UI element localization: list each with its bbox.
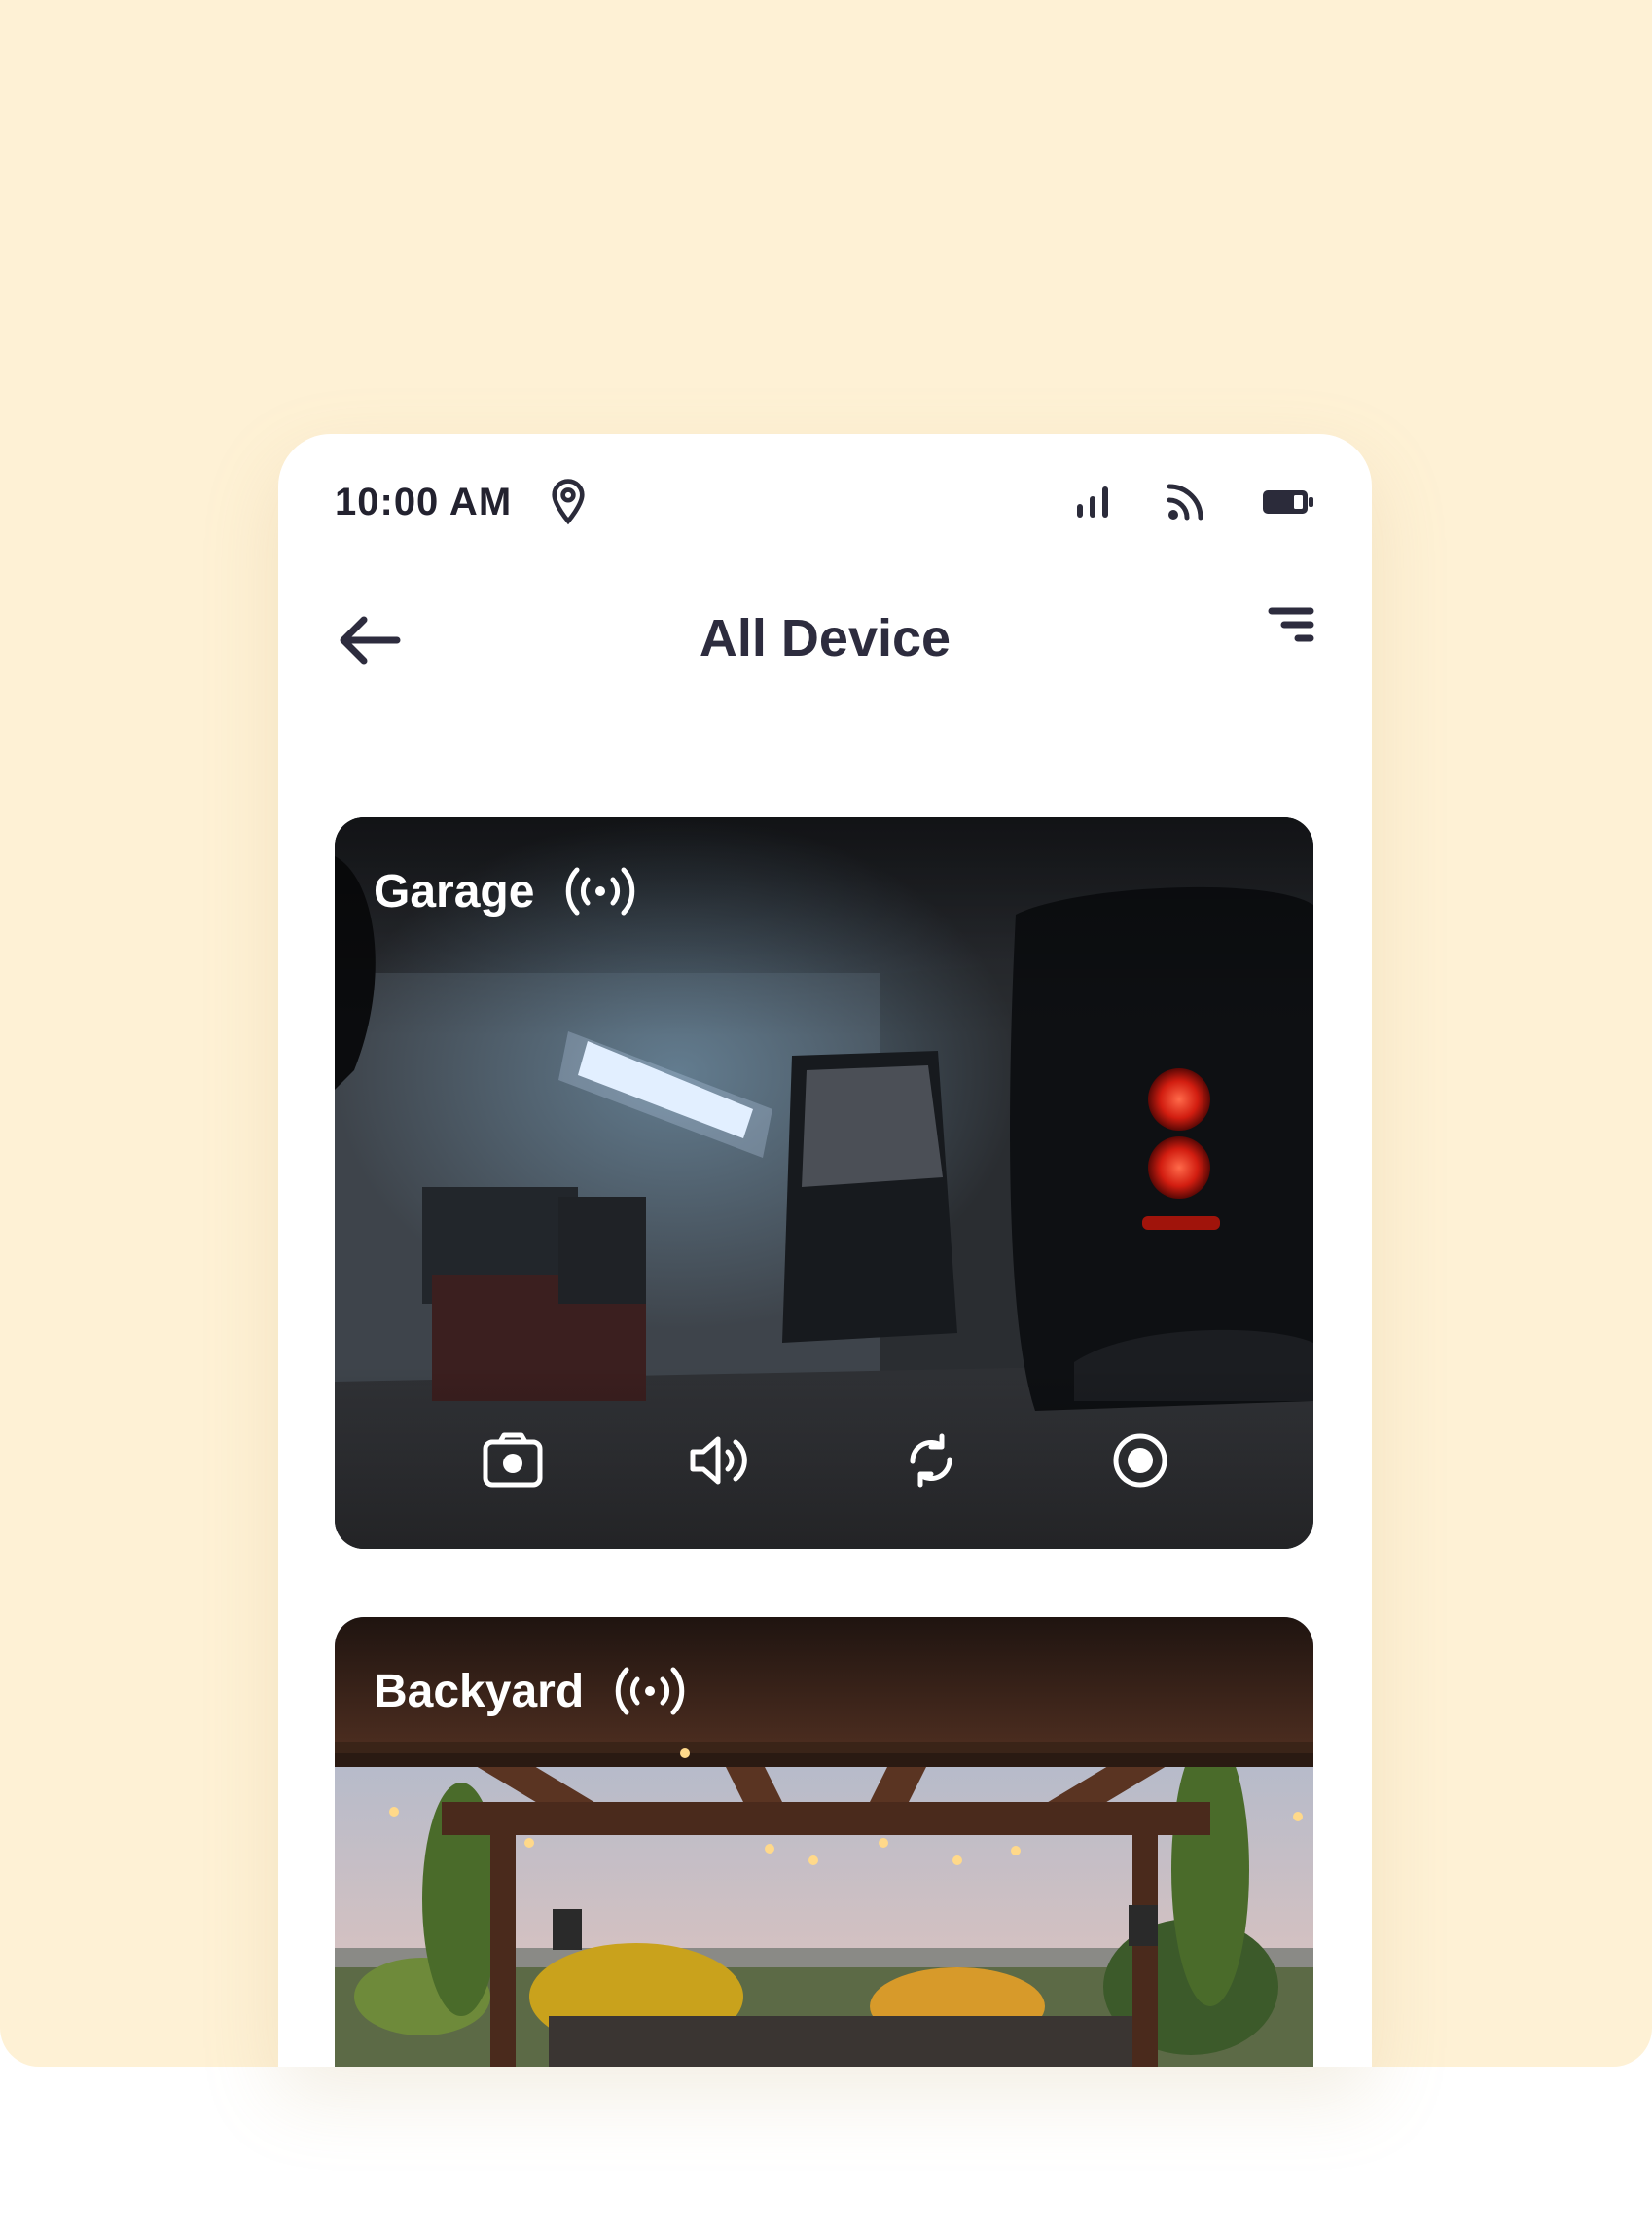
device-label-garage: Garage: [374, 862, 637, 920]
battery-icon: [1263, 490, 1313, 514]
speaker-icon[interactable]: [687, 1428, 751, 1493]
record-icon[interactable]: [1108, 1428, 1172, 1493]
app-header: All Device: [335, 599, 1315, 677]
status-indicators: [1074, 483, 1315, 522]
camera-controls: [335, 1428, 1313, 1496]
device-card-garage[interactable]: Garage: [335, 817, 1313, 1549]
phone-frame: 10:00 AM All Device Garage Backyard: [278, 434, 1372, 2067]
phone-screen: 10:00 AM All Device Garage Backyard: [278, 434, 1372, 2067]
status-bar: 10:00 AM: [335, 473, 1315, 531]
wifi-icon: [1167, 484, 1203, 521]
device-name: Garage: [374, 865, 535, 918]
back-arrow-icon[interactable]: [335, 611, 403, 666]
status-time: 10:00 AM: [335, 480, 513, 523]
device-name: Backyard: [374, 1665, 585, 1717]
device-label-backyard: Backyard: [374, 1662, 687, 1720]
live-broadcast-icon: [615, 1667, 685, 1715]
live-broadcast-icon: [566, 867, 635, 916]
rotate-icon[interactable]: [899, 1428, 963, 1493]
signal-bars-icon: [1077, 486, 1108, 518]
page-title: All Device: [699, 609, 952, 667]
device-card-backyard[interactable]: Backyard: [335, 1617, 1313, 2067]
location-pin-icon: [552, 479, 585, 525]
camera-icon[interactable]: [481, 1428, 545, 1493]
filter-icon[interactable]: [1267, 603, 1315, 652]
